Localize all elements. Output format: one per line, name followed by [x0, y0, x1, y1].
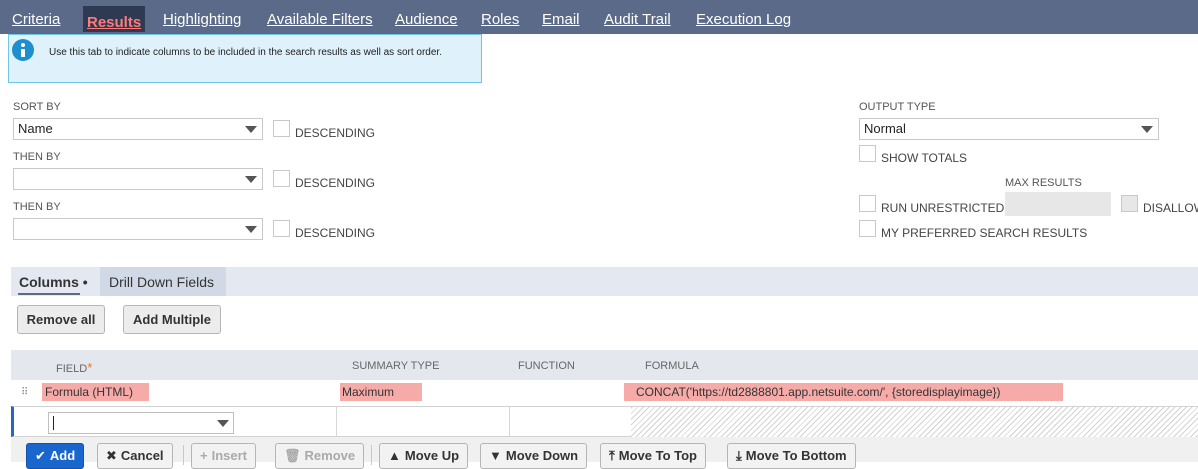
- trash-icon: 🗑: [284, 448, 301, 463]
- move-to-top-button-label: Move To Top: [618, 448, 697, 463]
- drag-handle-icon[interactable]: ⠿: [21, 387, 28, 398]
- insert-button-label: Insert: [211, 448, 247, 463]
- tab-email[interactable]: Email: [542, 0, 580, 34]
- sort-by-select[interactable]: Name: [13, 118, 263, 140]
- output-type-select[interactable]: Normal: [859, 118, 1159, 140]
- tab-columns[interactable]: Columns •: [11, 267, 100, 296]
- tab-results[interactable]: Results: [83, 6, 146, 32]
- move-to-bottom-button-label: Move To Bottom: [745, 448, 847, 463]
- subtab-bar: Columns • Drill Down Fields: [11, 267, 1198, 296]
- descending-checkbox-3[interactable]: [273, 220, 290, 237]
- summary-type-column-header: SUMMARY TYPE: [352, 360, 440, 372]
- info-text: Use this tab to indicate columns to be i…: [49, 47, 442, 58]
- descending-checkbox-2[interactable]: [273, 170, 290, 187]
- run-unrestricted-checkbox[interactable]: [859, 195, 876, 212]
- max-results-label: MAX RESULTS: [1005, 177, 1082, 189]
- move-down-button[interactable]: ▼ Move Down: [480, 443, 588, 469]
- row-formula-cell[interactable]: CONCAT('https://td2888801.app.netsuite.c…: [624, 383, 1063, 401]
- plus-icon: +: [200, 448, 208, 463]
- tab-drill-down-fields[interactable]: Drill Down Fields: [100, 267, 226, 296]
- close-icon: ✖: [106, 448, 117, 463]
- move-top-icon: ⤒: [609, 448, 615, 463]
- text-cursor: [53, 416, 54, 430]
- descending-label-2: DESCENDING: [295, 176, 376, 190]
- show-totals-checkbox[interactable]: [859, 145, 876, 162]
- max-results-input[interactable]: [1005, 192, 1111, 216]
- tab-criteria[interactable]: Criteria: [12, 0, 60, 34]
- active-subtab-indicator: [18, 293, 80, 295]
- formula-column-header: FORMULA: [645, 360, 699, 372]
- move-to-bottom-button[interactable]: ⤓ Move To Bottom: [727, 443, 856, 469]
- row-summary-type-cell[interactable]: Maximum: [340, 383, 422, 401]
- tab-columns-dot: •: [82, 274, 88, 290]
- results-tab-bar: Criteria Results Highlighting Available …: [0, 0, 1198, 34]
- row-function-cell[interactable]: [518, 383, 618, 401]
- chevron-down-icon: [1141, 126, 1153, 133]
- descending-checkbox-1[interactable]: [273, 120, 290, 137]
- remove-button[interactable]: 🗑 Remove: [275, 443, 365, 469]
- tab-available-filters[interactable]: Available Filters: [267, 0, 373, 34]
- add-button-label: Add: [49, 448, 76, 463]
- checkmark-icon: ✔: [35, 448, 46, 463]
- new-column-edit-row[interactable]: [11, 406, 1198, 437]
- my-preferred-label: MY PREFERRED SEARCH RESULTS: [881, 226, 1088, 240]
- tab-audit-trail[interactable]: Audit Trail: [604, 0, 671, 34]
- sort-by-label: SORT BY: [13, 101, 61, 113]
- tab-highlighting[interactable]: Highlighting: [163, 0, 241, 34]
- remove-all-button[interactable]: Remove all: [17, 305, 105, 334]
- chevron-down-icon: [245, 226, 257, 233]
- show-totals-label: SHOW TOTALS: [881, 151, 968, 165]
- cancel-button[interactable]: ✖ Cancel: [97, 443, 173, 469]
- tab-roles[interactable]: Roles: [481, 0, 519, 34]
- field-select[interactable]: [48, 412, 234, 434]
- move-up-button-label: Move Up: [404, 448, 460, 463]
- table-row[interactable]: ⠿ Formula (HTML) Maximum CONCAT('https:/…: [11, 380, 1198, 406]
- column-divider: [336, 407, 337, 437]
- sort-by-value: Name: [18, 121, 53, 136]
- insert-button[interactable]: + Insert: [191, 443, 256, 469]
- info-message: Use this tab to indicate columns to be i…: [8, 34, 482, 83]
- row-field-cell[interactable]: Formula (HTML): [42, 383, 149, 401]
- arrow-down-icon: ▼: [489, 448, 502, 463]
- toolbar-separator: [183, 445, 184, 465]
- formula-disabled-area: [631, 407, 1198, 437]
- field-column-header: FIELD*: [56, 360, 92, 375]
- add-multiple-button[interactable]: Add Multiple: [123, 305, 221, 334]
- move-bottom-icon: ⤓: [736, 448, 742, 463]
- add-button[interactable]: ✔ Add: [26, 443, 85, 469]
- move-up-button[interactable]: ▲ Move Up: [379, 443, 469, 469]
- run-unrestricted-label: RUN UNRESTRICTED: [881, 201, 1005, 215]
- function-column-header: FUNCTION: [518, 360, 575, 372]
- tab-audience[interactable]: Audience: [395, 0, 458, 34]
- tab-columns-label: Columns: [19, 274, 79, 290]
- move-down-button-label: Move Down: [505, 448, 579, 463]
- disallow-checkbox[interactable]: [1121, 195, 1138, 212]
- chevron-down-icon: [245, 126, 257, 133]
- descending-label-3: DESCENDING: [295, 226, 376, 240]
- columns-grid-header: FIELD* SUMMARY TYPE FUNCTION FORMULA: [11, 350, 1198, 380]
- info-icon: [12, 39, 34, 61]
- then-by-select-1[interactable]: [13, 168, 263, 190]
- cancel-button-label: Cancel: [120, 448, 164, 463]
- my-preferred-checkbox[interactable]: [859, 220, 876, 237]
- chevron-down-icon: [217, 420, 229, 427]
- then-by-label-1: THEN BY: [13, 151, 61, 163]
- column-divider: [509, 407, 510, 437]
- required-mark: *: [87, 360, 93, 375]
- then-by-label-2: THEN BY: [13, 201, 61, 213]
- arrow-up-icon: ▲: [388, 448, 401, 463]
- toolbar-separator: [371, 445, 372, 465]
- output-type-value: Normal: [864, 121, 906, 136]
- disallow-label: DISALLOW: [1143, 201, 1198, 215]
- tab-execution-log[interactable]: Execution Log: [696, 0, 791, 34]
- descending-label-1: DESCENDING: [295, 126, 376, 140]
- move-to-top-button[interactable]: ⤒ Move To Top: [600, 443, 706, 469]
- chevron-down-icon: [245, 176, 257, 183]
- remove-button-label: Remove: [304, 448, 356, 463]
- field-header-text: FIELD: [56, 363, 88, 375]
- then-by-select-2[interactable]: [13, 218, 263, 240]
- output-type-label: OUTPUT TYPE: [859, 101, 936, 113]
